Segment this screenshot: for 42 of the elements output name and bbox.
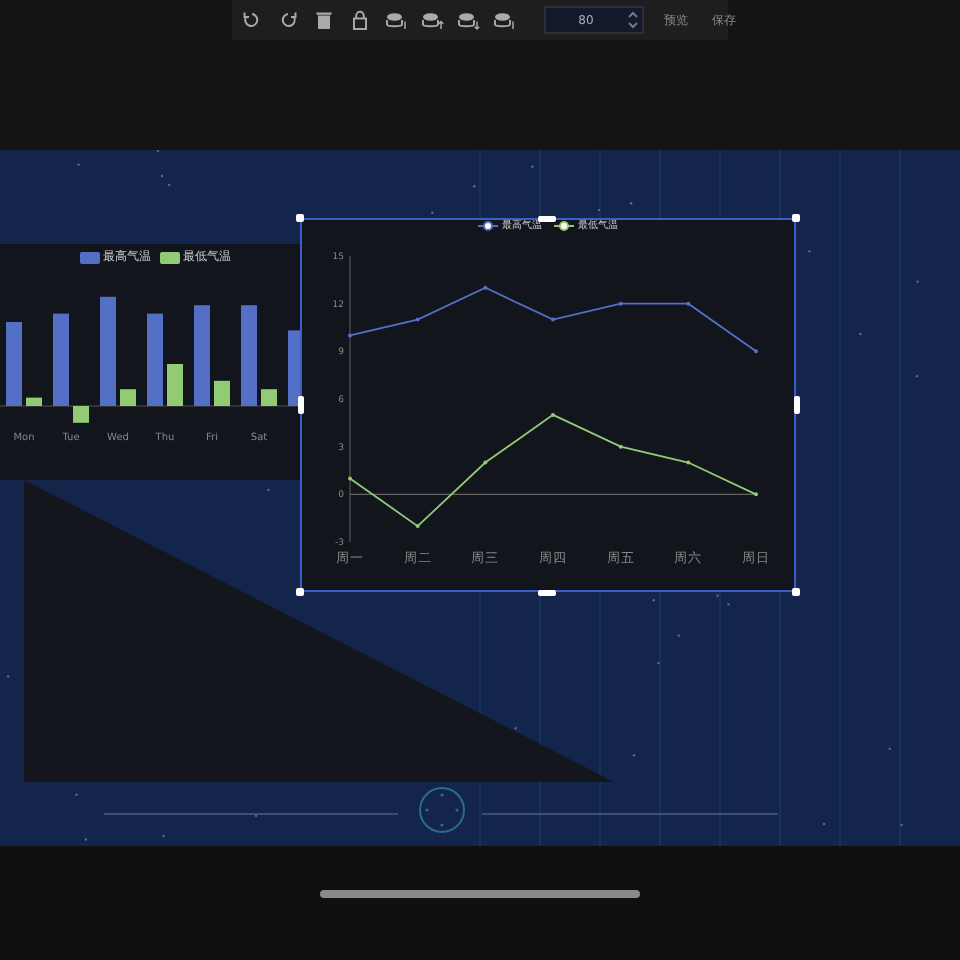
resize-handle[interactable] bbox=[296, 214, 304, 222]
data-point bbox=[415, 524, 420, 529]
lock-icon[interactable] bbox=[348, 8, 372, 32]
legend-swatch[interactable] bbox=[159, 251, 179, 263]
bar bbox=[53, 313, 69, 406]
trash-icon[interactable] bbox=[312, 8, 336, 32]
bar bbox=[100, 296, 116, 406]
resize-handle[interactable] bbox=[793, 396, 799, 414]
resize-handle[interactable] bbox=[296, 588, 304, 596]
bar bbox=[73, 406, 89, 423]
resize-handle[interactable] bbox=[538, 589, 556, 595]
bar bbox=[147, 313, 163, 406]
data-point bbox=[618, 301, 623, 306]
data-point bbox=[415, 317, 420, 322]
redo-icon[interactable] bbox=[276, 8, 300, 32]
legend-marker-icon[interactable] bbox=[554, 219, 574, 231]
spinner-icon[interactable] bbox=[628, 10, 642, 30]
undo-icon[interactable] bbox=[240, 8, 264, 32]
data-point bbox=[483, 285, 488, 290]
data-point bbox=[686, 460, 691, 465]
layers-up-icon[interactable] bbox=[420, 8, 444, 32]
bar bbox=[120, 389, 136, 406]
bar bbox=[194, 305, 210, 406]
layers-down-icon[interactable] bbox=[456, 8, 480, 32]
bar bbox=[241, 305, 257, 406]
resize-handle[interactable] bbox=[792, 588, 800, 596]
bar bbox=[26, 397, 42, 406]
resize-handle[interactable] bbox=[538, 215, 556, 221]
legend-swatch[interactable] bbox=[79, 251, 99, 263]
data-point bbox=[618, 444, 623, 449]
layers-icon[interactable] bbox=[492, 8, 516, 32]
target-icon bbox=[419, 787, 465, 833]
resize-handle[interactable] bbox=[792, 214, 800, 222]
resize-handle[interactable] bbox=[297, 396, 303, 414]
bar bbox=[167, 364, 183, 406]
bar bbox=[261, 389, 277, 406]
layers-icon[interactable] bbox=[384, 8, 408, 32]
data-point bbox=[686, 301, 691, 306]
data-point bbox=[483, 460, 488, 465]
legend-marker-icon[interactable] bbox=[478, 219, 498, 231]
bar bbox=[6, 322, 22, 406]
bar bbox=[214, 380, 230, 406]
